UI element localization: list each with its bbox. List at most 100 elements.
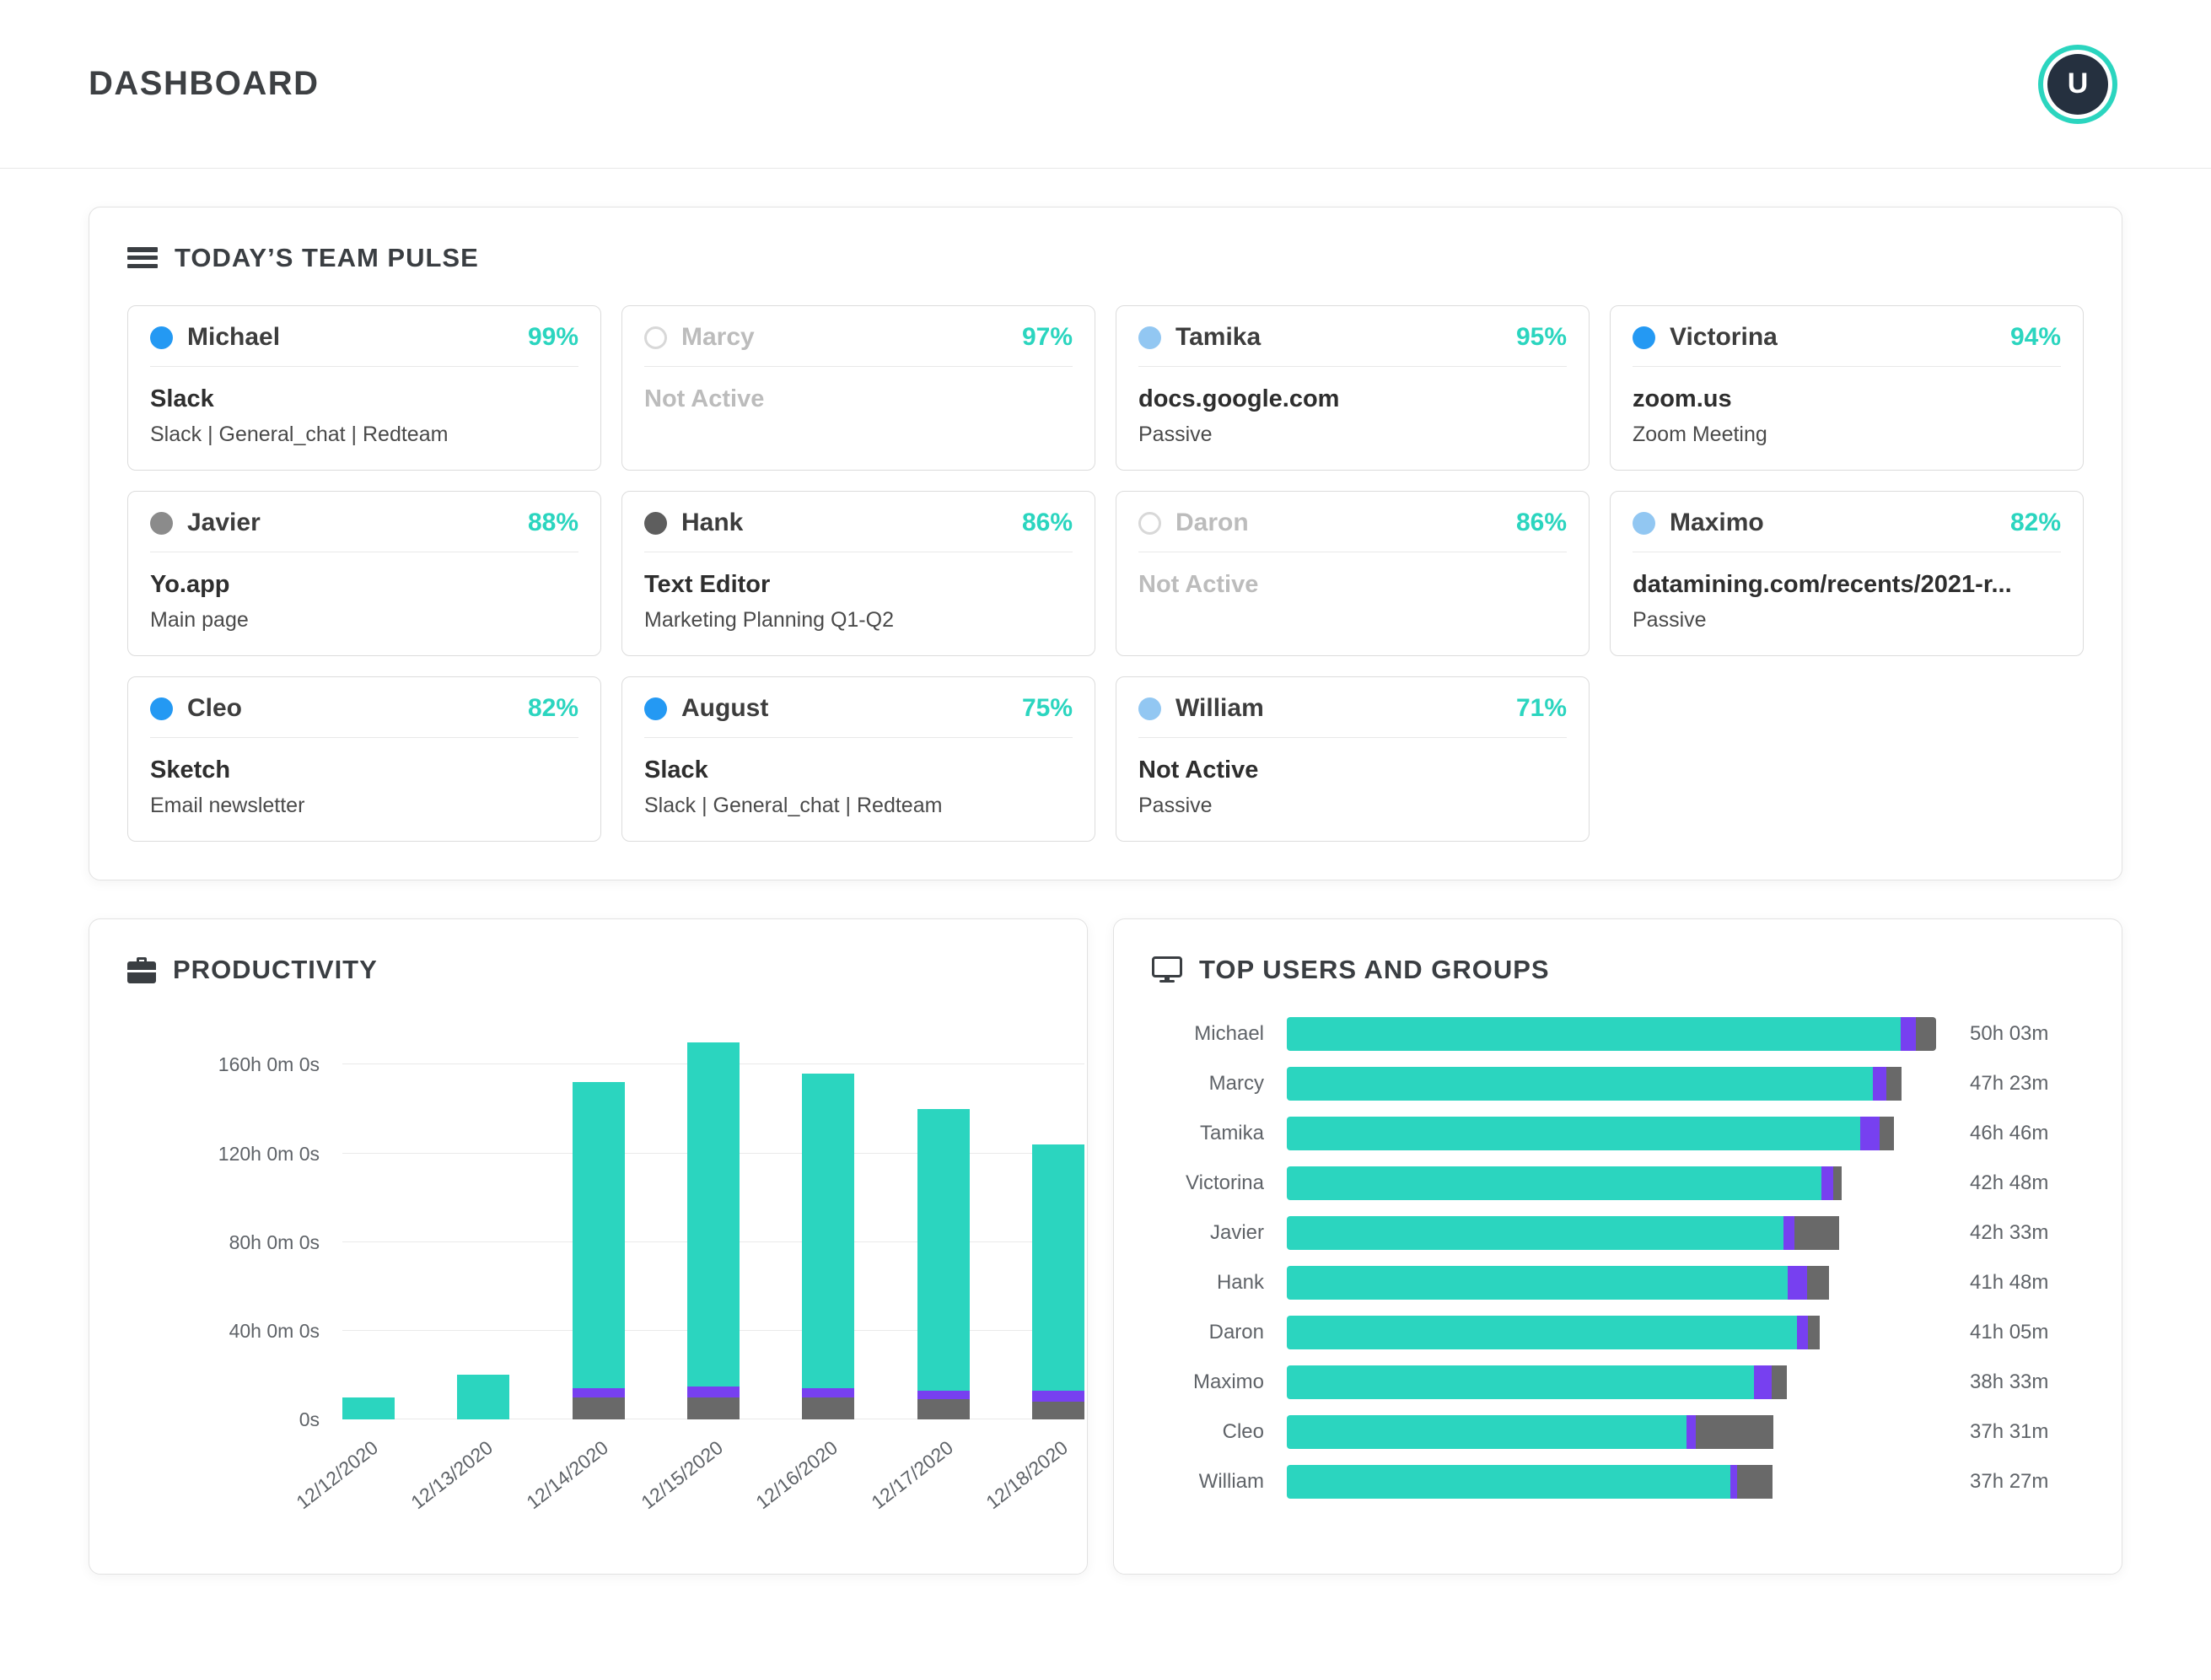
bar-segment-undefined [1783,1215,1794,1250]
bar-segment-undefined [1753,1365,1773,1399]
active-app: Not Active [1138,571,1259,598]
top-user-name: William [1198,1469,1264,1493]
active-app: Not Active [1138,757,1259,783]
list-icon [127,246,158,270]
top-user-duration: 46h 46m [1970,1121,2049,1144]
top-user-name: Tamika [1199,1121,1264,1144]
top-users-header: TOP USERS AND GROUPS [1152,955,2084,985]
activity-detail: Passive [1138,794,1213,817]
top-users-title: TOP USERS AND GROUPS [1199,955,1550,984]
top-user-name: Hank [1216,1270,1264,1294]
pulse-card-header: Marcy 97% [644,323,1073,367]
productivity-percent: 75% [1021,694,1073,722]
productivity-percent: 99% [527,323,578,351]
bar-segment-unproductive [1808,1315,1820,1349]
app-header: DASHBOARD U [0,0,2211,169]
active-app: Sketch [150,757,231,783]
x-tick-label: 12/17/2020 [866,1436,957,1514]
top-user-bar [1287,1166,1936,1200]
productivity-bars [342,1031,1084,1419]
monitor-icon [1152,956,1182,983]
status-dot-icon [150,511,173,535]
status-dot-icon [1633,511,1655,535]
top-user-bar [1287,1315,1936,1349]
top-user-bar [1287,1365,1936,1399]
main-content: TODAY’S TEAM PULSE Michael 99% Slack Slack … [0,207,2211,1575]
top-user-duration: 41h 48m [1970,1270,2049,1294]
productivity-bar [686,1031,740,1419]
active-app: Slack [644,757,708,783]
bar-segment-productive [572,1082,625,1389]
user-name: Javier [187,509,261,536]
top-user-duration: 37h 31m [1970,1419,2049,1443]
status-dot-icon [644,326,667,349]
bar-segment-productive [1287,1414,1686,1449]
y-tick-label: 120h 0m 0s [218,1142,320,1165]
activity-detail: Zoom Meeting [1633,423,1767,446]
productivity-bar [917,1031,970,1419]
productivity-title: PRODUCTIVITY [173,955,378,984]
status-dot-icon [150,697,173,720]
bar-segment-unproductive [1916,1016,1936,1051]
pulse-user-card: Michael 99% Slack Slack | General_chat | Re… [127,305,601,471]
bar-segment-undefined [1031,1390,1084,1402]
pulse-card-header: Cleo 82% [150,694,578,738]
top-user-duration: 50h 03m [1970,1021,2049,1045]
pulse-user-card: Maximo 82% datamining.com/recents/2021-r..… [1610,491,2084,656]
active-app: docs.google.com [1138,385,1340,412]
bar-segment-undefined [1796,1315,1809,1349]
bar-segment-productive [1287,1365,1754,1399]
bar-segment-undefined [1821,1166,1833,1200]
top-user-name: Daron [1208,1320,1264,1343]
active-app: Slack [150,385,214,412]
user-avatar[interactable]: U [2047,53,2108,115]
top-user-name: Javier [1209,1220,1264,1244]
bar-segment-productive [1287,1215,1784,1250]
bar-segment-productive [1287,1265,1788,1300]
top-user-bar [1287,1265,1936,1300]
top-user-name: Victorina [1186,1171,1264,1194]
bar-segment-undefined [917,1390,970,1400]
activity-detail: Marketing Planning Q1-Q2 [644,608,894,632]
top-user-name: Cleo [1222,1419,1264,1443]
pulse-card-header: Daron 86% [1138,509,1567,552]
bar-segment-productive [1031,1144,1084,1391]
bar-segment-unproductive [1695,1414,1773,1449]
x-tick-label: 12/16/2020 [751,1436,842,1514]
productivity-card: PRODUCTIVITY 0s 40h 0m 0s 80h 0m 0s 120h 0m… [89,918,1088,1575]
pulse-user-card: Cleo 82% Sketch Email newsletter [127,676,601,842]
top-user-row: Daron 41h 05m [1152,1307,2084,1357]
productivity-bar [342,1031,395,1419]
user-name: Michael [187,323,281,351]
active-app: Yo.app [150,571,230,598]
activity-detail [1138,608,1567,633]
pulse-card-header: Maximo 82% [1633,509,2061,552]
top-user-bar [1287,1215,1936,1250]
user-name: Daron [1175,509,1249,536]
bar-segment-unproductive [572,1397,625,1419]
briefcase-icon [127,956,156,983]
y-tick-label: 0s [299,1408,320,1430]
active-app: zoom.us [1633,385,1732,412]
user-name: William [1175,694,1264,722]
bar-segment-undefined [1900,1016,1917,1051]
bar-segment-undefined [572,1388,625,1397]
top-user-row: Javier 42h 33m [1152,1208,2084,1257]
status-dot-icon [150,326,173,349]
pulse-card-header: Javier 88% [150,509,578,552]
bar-segment-unproductive [1832,1166,1842,1200]
bar-segment-unproductive [1772,1365,1788,1399]
status-dot-icon [1138,326,1161,349]
bar-segment-productive [686,1042,740,1387]
top-user-bar [1287,1116,1936,1150]
productivity-percent: 94% [2009,323,2061,351]
productivity-percent: 97% [1021,323,1073,351]
productivity-bar [457,1031,510,1419]
x-tick-label: 12/12/2020 [292,1436,383,1514]
productivity-bar [802,1031,855,1419]
bar-segment-productive [1287,1066,1874,1101]
bar-segment-productive [457,1375,510,1419]
page-title: DASHBOARD [89,65,320,102]
top-user-row: Cleo 37h 31m [1152,1407,2084,1457]
top-user-row: Marcy 47h 23m [1152,1058,2084,1108]
